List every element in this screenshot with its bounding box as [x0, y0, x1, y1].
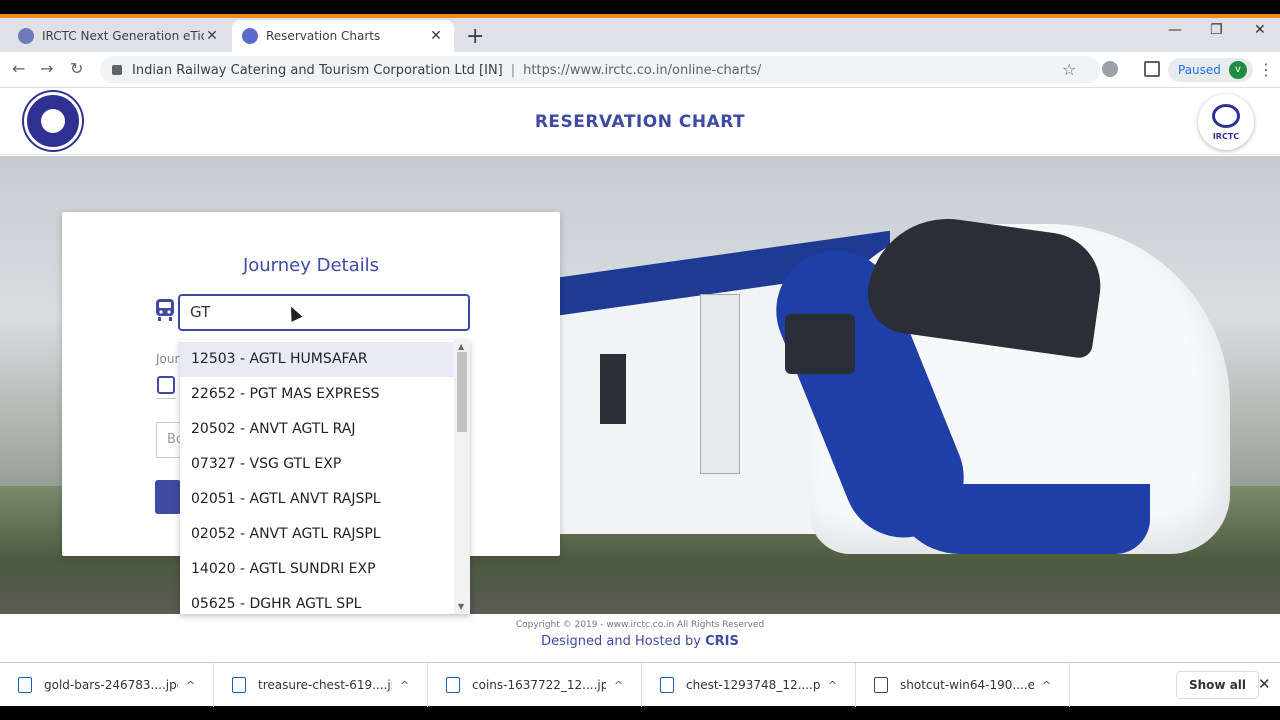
download-filename: gold-bars-246783....jpg — [44, 678, 178, 692]
url-text: https://www.irctc.co.in/online-charts/ — [523, 62, 762, 78]
list-item[interactable]: 02051 - AGTL ANVT RAJSPL — [180, 482, 454, 517]
screen: IRCTC Next Generation eTicketing ✕ Reser… — [0, 0, 1280, 720]
copyright-text: Copyright © 2019 - www.irctc.co.in All R… — [515, 620, 765, 630]
tab-strip: IRCTC Next Generation eTicketing ✕ Reser… — [0, 18, 1280, 52]
chevron-up-icon[interactable]: ^ — [1042, 679, 1051, 692]
train-illustration — [560, 208, 1230, 574]
cast-icon[interactable] — [1144, 61, 1160, 77]
list-item[interactable]: 14020 - AGTL SUNDRI EXP — [180, 552, 454, 587]
irctc-mark-icon — [1212, 104, 1240, 128]
scroll-down-icon[interactable]: ▼ — [458, 602, 464, 611]
tab-irctc-eticketing[interactable]: IRCTC Next Generation eTicketing ✕ — [8, 20, 230, 52]
tab-title: Reservation Charts — [266, 29, 381, 43]
download-filename: shotcut-win64-190....exe — [900, 678, 1034, 692]
list-item[interactable]: 07327 - VSG GTL EXP — [180, 447, 454, 482]
site-identity: Indian Railway Catering and Tourism Corp… — [132, 62, 503, 78]
download-filename: chest-1293748_12....png — [686, 678, 820, 692]
boarding-station-input[interactable]: Bo — [156, 422, 184, 458]
avatar: v — [1228, 61, 1247, 79]
download-item[interactable]: chest-1293748_12....png ^ — [642, 663, 856, 707]
menu-kebab-icon[interactable]: ⋮ — [1258, 60, 1274, 79]
close-tab-icon[interactable]: ✕ — [428, 28, 444, 44]
download-item[interactable]: gold-bars-246783....jpg ^ — [0, 663, 214, 707]
close-tab-icon[interactable]: ✕ — [204, 28, 220, 44]
image-file-icon — [18, 677, 32, 693]
list-item[interactable]: 20502 - ANVT AGTL RAJ — [180, 412, 454, 447]
minimize-button[interactable]: — — [1168, 22, 1182, 38]
page-footer: Copyright © 2019 - www.irctc.co.in All R… — [0, 614, 1280, 662]
journey-date-label: Jour — [156, 352, 180, 366]
address-separator: | — [510, 62, 516, 78]
paused-label: Paused — [1178, 63, 1221, 77]
profile-paused-button[interactable]: Paused v — [1168, 58, 1253, 82]
restore-button[interactable]: ❐ — [1210, 22, 1223, 38]
dropdown-scrollbar[interactable]: ▲ ▼ — [454, 340, 470, 614]
download-filename: coins-1637722_12....jpg — [472, 678, 606, 692]
list-item[interactable]: 05625 - DGHR AGTL SPL — [180, 587, 454, 614]
download-filename: treasure-chest-619....jpg — [258, 678, 392, 692]
download-item[interactable]: treasure-chest-619....jpg ^ — [214, 663, 428, 707]
tab-title: IRCTC Next Generation eTicketing — [42, 29, 204, 43]
cris-link[interactable]: CRIS — [705, 634, 739, 649]
journey-date-field[interactable] — [156, 398, 176, 399]
train-suggestions-dropdown: 12503 - AGTL HUMSAFAR 22652 - PGT MAS EX… — [180, 340, 470, 614]
extension-icon[interactable] — [1102, 61, 1118, 77]
page-title: RESERVATION CHART — [534, 112, 746, 132]
page-header: RESERVATION CHART IRCTC — [0, 88, 1280, 155]
chevron-up-icon[interactable]: ^ — [614, 679, 623, 692]
irctc-logo-label: IRCTC — [1212, 132, 1240, 141]
irctc-logo: IRCTC — [1198, 94, 1254, 150]
list-item[interactable]: 02052 - ANVT AGTL RAJSPL — [180, 517, 454, 552]
close-window-button[interactable]: ✕ — [1254, 22, 1266, 38]
calendar-icon[interactable] — [157, 376, 175, 394]
lock-icon — [112, 65, 122, 75]
image-file-icon — [232, 677, 246, 693]
close-downloads-icon[interactable]: ✕ — [1258, 675, 1271, 693]
chevron-up-icon[interactable]: ^ — [400, 679, 409, 692]
back-arrow-icon[interactable]: ← — [12, 59, 25, 78]
journey-details-title: Journey Details — [242, 255, 380, 276]
image-file-icon — [446, 677, 460, 693]
reservation-favicon-icon — [242, 28, 258, 44]
designed-prefix: Designed and Hosted by — [541, 634, 706, 649]
tab-reservation-charts[interactable]: Reservation Charts ✕ — [232, 20, 454, 52]
download-item[interactable]: coins-1637722_12....jpg ^ — [428, 663, 642, 707]
chevron-up-icon[interactable]: ^ — [186, 679, 195, 692]
download-item[interactable]: shotcut-win64-190....exe ^ — [856, 663, 1070, 707]
chevron-up-icon[interactable]: ^ — [828, 679, 837, 692]
train-icon — [156, 299, 174, 321]
browser-toolbar: ← → ↻ Indian Railway Catering and Touris… — [0, 52, 1280, 88]
forward-arrow-icon[interactable]: → — [40, 59, 53, 78]
address-bar[interactable]: Indian Railway Catering and Tourism Corp… — [100, 56, 1100, 84]
irctc-favicon-icon — [18, 28, 34, 44]
get-chart-button[interactable] — [155, 480, 181, 514]
new-tab-button[interactable]: + — [466, 24, 484, 49]
bookmark-star-icon[interactable]: ☆ — [1062, 60, 1076, 79]
reload-icon[interactable]: ↻ — [70, 59, 83, 78]
exe-file-icon — [874, 677, 888, 693]
list-item[interactable]: 12503 - AGTL HUMSAFAR — [180, 342, 454, 377]
designed-by-text: Designed and Hosted by CRIS — [0, 634, 1280, 649]
train-search-input[interactable]: GT — [178, 294, 470, 331]
scrollbar-thumb[interactable] — [457, 352, 467, 432]
list-item[interactable]: 22652 - PGT MAS EXPRESS — [180, 377, 454, 412]
image-file-icon — [660, 677, 674, 693]
downloads-bar: gold-bars-246783....jpg ^ treasure-chest… — [0, 662, 1280, 707]
show-all-button[interactable]: Show all — [1176, 671, 1260, 699]
scroll-up-icon[interactable]: ▲ — [458, 342, 464, 351]
